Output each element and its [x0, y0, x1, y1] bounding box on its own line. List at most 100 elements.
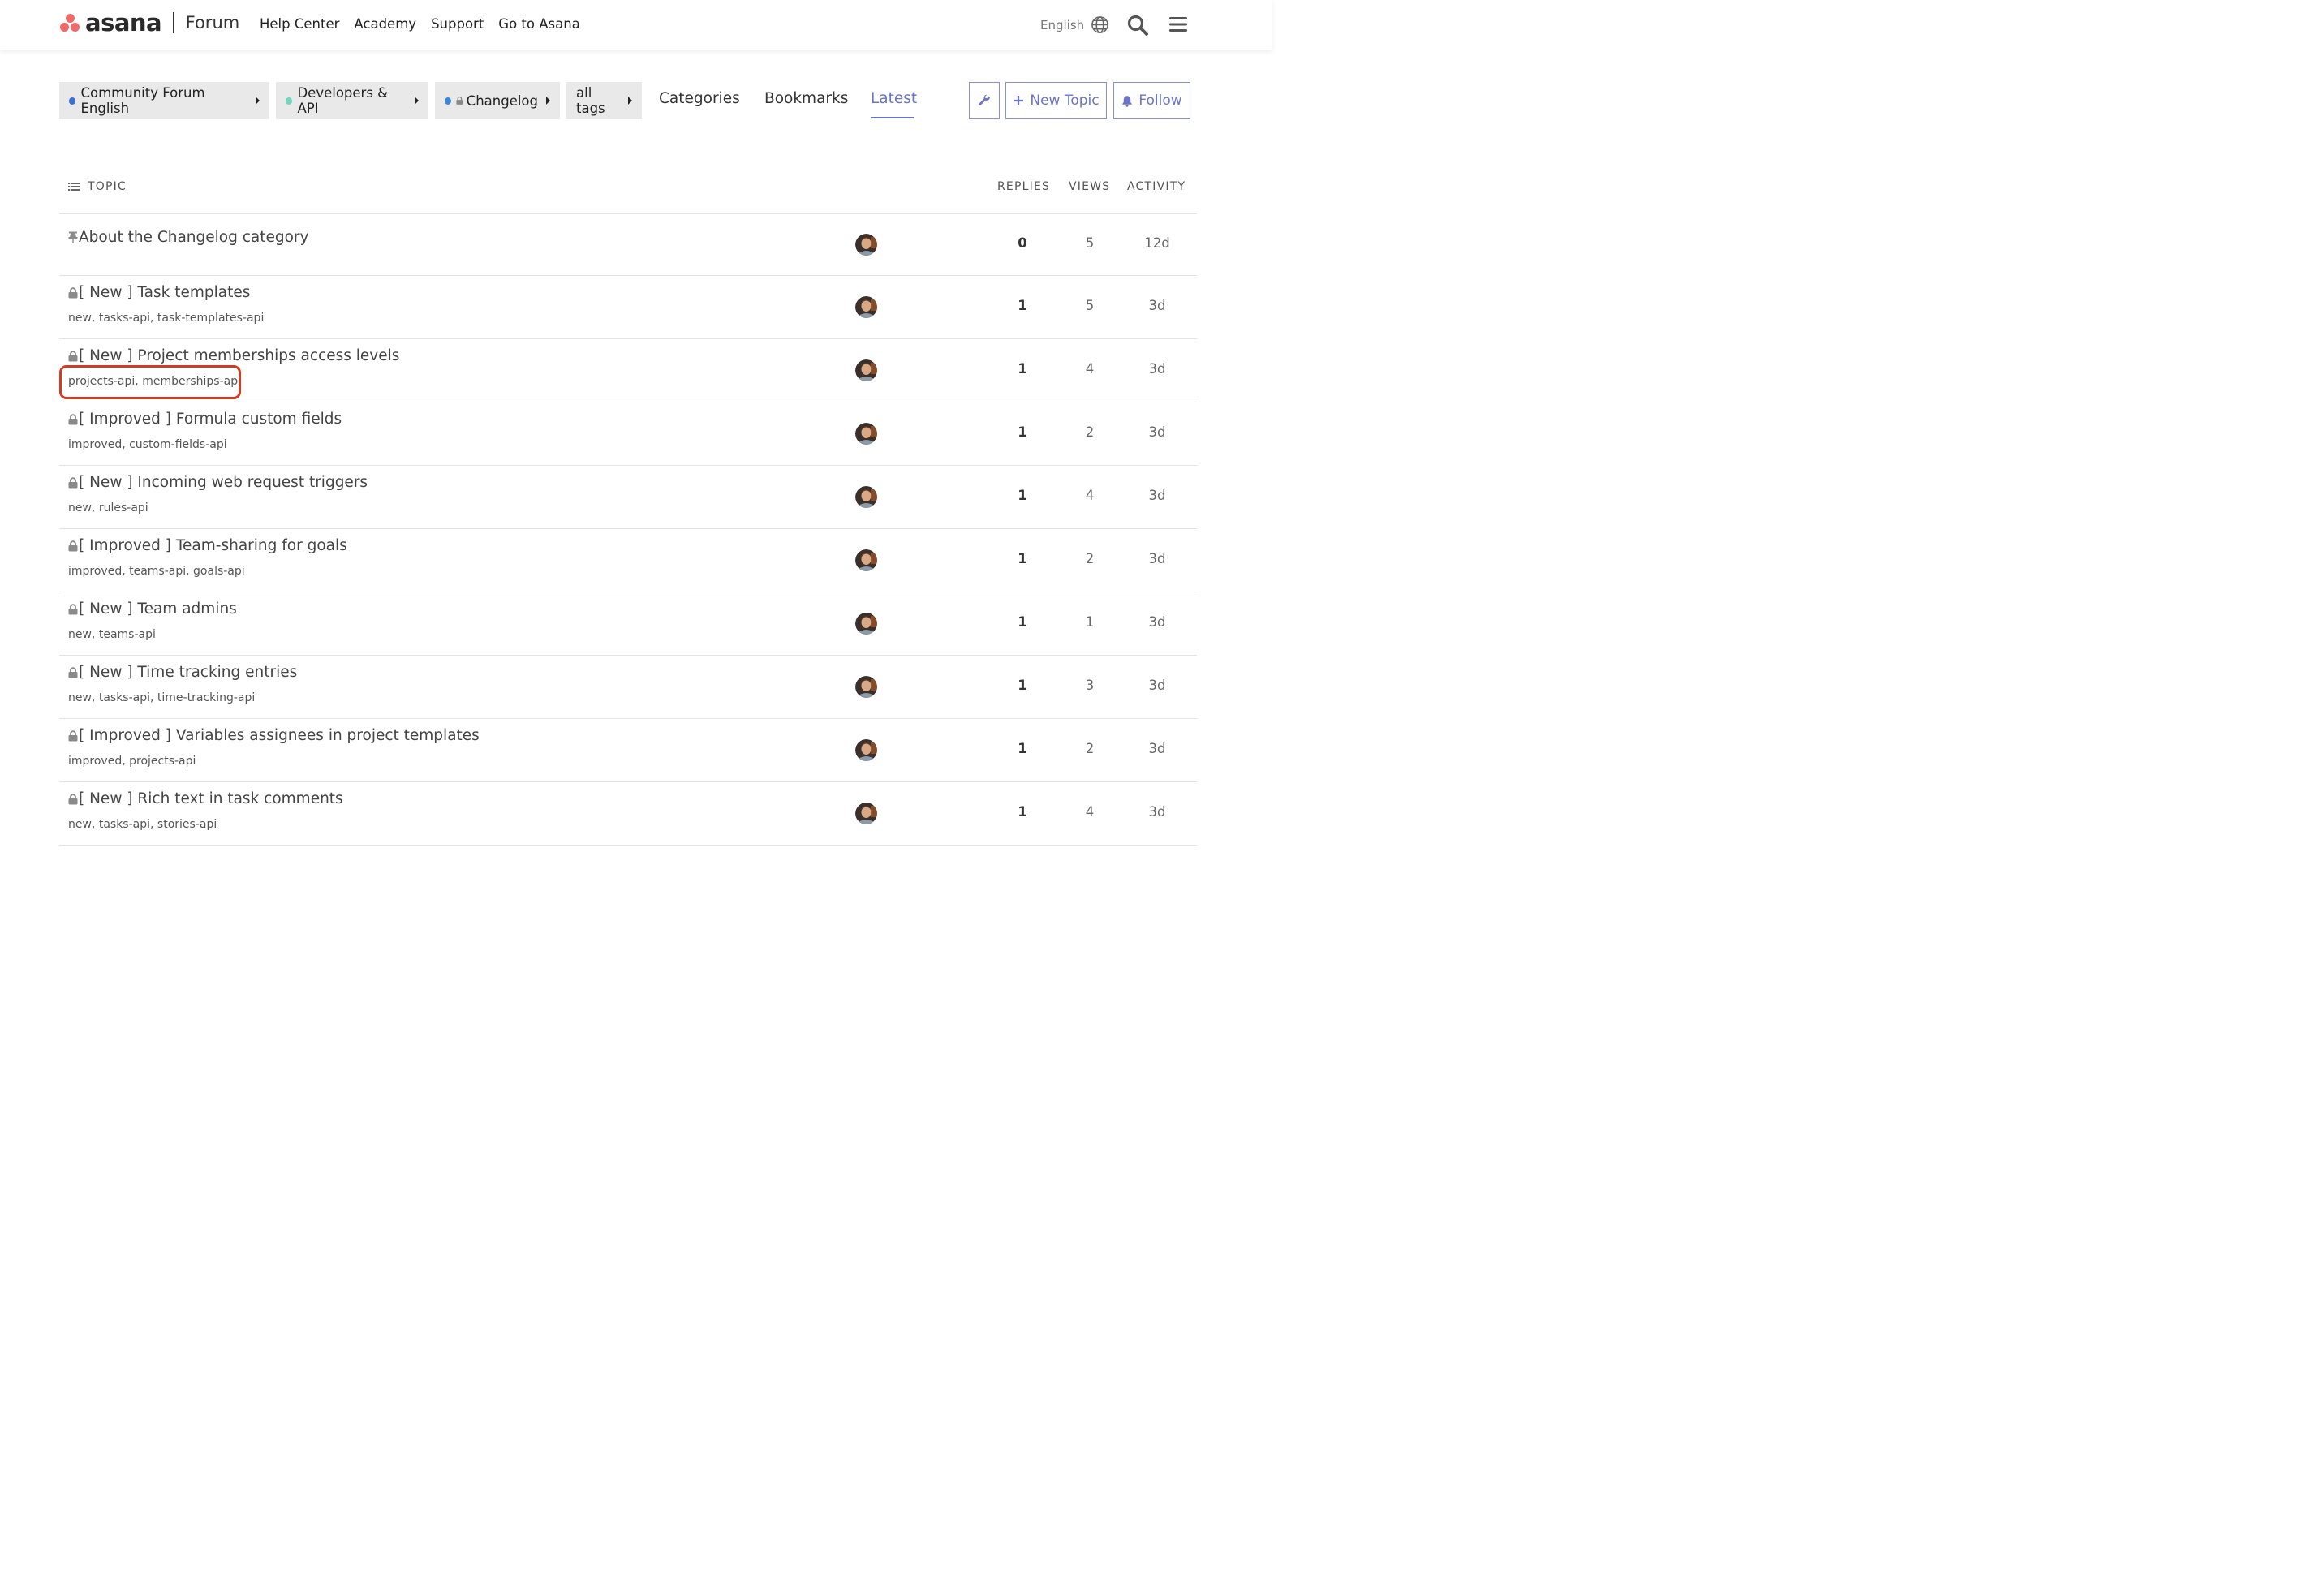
view-count: 4 [1085, 361, 1095, 377]
caret-right-icon [546, 97, 550, 105]
activity-time[interactable]: 3d [1133, 424, 1181, 440]
lock-icon [68, 286, 78, 298]
topic-tags[interactable]: new, rules-api [68, 501, 148, 514]
hamburger-menu-icon[interactable] [1168, 15, 1188, 33]
language-switcher[interactable]: English [1040, 15, 1109, 34]
new-topic-label: New Topic [1030, 93, 1100, 109]
reply-count[interactable]: 1 [998, 678, 1047, 693]
topic-tags[interactable]: improved, projects-api [68, 755, 196, 768]
topic-title-text: [ Improved ] Team-sharing for goals [79, 537, 347, 554]
avatar[interactable] [855, 676, 877, 698]
avatar[interactable] [855, 296, 877, 318]
activity-time[interactable]: 3d [1133, 361, 1181, 377]
nav-academy[interactable]: Academy [354, 16, 416, 32]
reply-count[interactable]: 1 [998, 488, 1047, 503]
avatar[interactable] [855, 359, 877, 381]
tag-filter-label: all tags [576, 85, 605, 116]
nav-help-center[interactable]: Help Center [260, 16, 339, 32]
activity-time[interactable]: 3d [1133, 741, 1181, 756]
avatar[interactable] [855, 234, 877, 256]
follow-button[interactable]: Follow [1113, 82, 1190, 119]
topic-title-link[interactable]: [ New ] Team admins [68, 600, 237, 618]
topic-tags[interactable]: improved, custom-fields-api [68, 438, 227, 451]
breadcrumb-community-forum-english[interactable]: Community Forum English [59, 82, 269, 119]
activity-time[interactable]: 3d [1133, 678, 1181, 693]
activity-time[interactable]: 12d [1133, 235, 1181, 251]
table-row[interactable]: [ Improved ] Team-sharing for goals impro… [59, 528, 1197, 592]
topic-title-link[interactable]: [ New ] Incoming web request triggers [68, 474, 368, 491]
topic-title-text: [ New ] Task templates [79, 284, 251, 301]
avatar[interactable] [855, 423, 877, 445]
reply-count[interactable]: 1 [998, 361, 1047, 377]
avatar[interactable] [855, 613, 877, 635]
reply-count[interactable]: 1 [998, 804, 1047, 820]
table-row[interactable]: [ New ] Task templates new, tasks-api, ta… [59, 275, 1197, 339]
reply-count[interactable]: 1 [998, 298, 1047, 313]
column-header-topic[interactable]: TOPIC [68, 180, 127, 193]
nav-go-to-asana[interactable]: Go to Asana [498, 16, 580, 32]
activity-time[interactable]: 3d [1133, 804, 1181, 820]
topic-title-link[interactable]: [ New ] Time tracking entries [68, 664, 297, 681]
reply-count[interactable]: 1 [998, 741, 1047, 756]
nav-bookmarks[interactable]: Bookmarks [764, 90, 848, 107]
list-icon [68, 183, 80, 191]
reply-count[interactable]: 1 [998, 424, 1047, 440]
topic-tags[interactable]: new, teams-api [68, 628, 156, 641]
breadcrumb-changelog[interactable]: Changelog [435, 82, 560, 119]
table-row[interactable]: [ New ] Incoming web request triggers new… [59, 465, 1197, 529]
table-row[interactable]: About the Changelog category 0 5 12d [59, 213, 1197, 276]
annotation-highlight-box [59, 365, 241, 399]
language-label: English [1040, 17, 1085, 32]
topic-tags[interactable]: new, tasks-api, task-templates-api [68, 312, 264, 325]
nav-support[interactable]: Support [431, 16, 484, 32]
new-topic-button[interactable]: New Topic [1005, 82, 1107, 119]
caret-right-icon [628, 97, 632, 105]
topic-title-link[interactable]: About the Changelog category [68, 229, 309, 246]
breadcrumb-label: Community Forum English [80, 85, 205, 116]
category-color-dot [69, 97, 76, 105]
avatar[interactable] [855, 803, 877, 824]
search-icon[interactable] [1126, 14, 1149, 37]
activity-time[interactable]: 3d [1133, 614, 1181, 630]
table-row[interactable]: [ New ] Rich text in task comments new, t… [59, 781, 1197, 846]
topic-title-text: [ Improved ] Formula custom fields [79, 411, 342, 428]
caret-right-icon [256, 97, 260, 105]
avatar[interactable] [855, 739, 877, 761]
admin-wrench-button[interactable] [969, 82, 1000, 119]
activity-time[interactable]: 3d [1133, 298, 1181, 313]
topic-title-link[interactable]: [ Improved ] Formula custom fields [68, 411, 342, 428]
topic-title-link[interactable]: [ New ] Project memberships access level… [68, 347, 399, 364]
topic-tags[interactable]: new, tasks-api, stories-api [68, 818, 217, 831]
column-header-replies[interactable]: REPLIES [997, 180, 1050, 193]
table-row[interactable]: [ Improved ] Formula custom fields improv… [59, 402, 1197, 466]
asana-forum-logo[interactable]: asana Forum [59, 11, 239, 35]
table-row[interactable]: [ Improved ] Variables assignees in proj… [59, 718, 1197, 782]
reply-count[interactable]: 1 [998, 614, 1047, 630]
tag-filter-dropdown[interactable]: all tags [566, 82, 642, 119]
lock-icon [68, 540, 78, 551]
reply-count[interactable]: 1 [998, 551, 1047, 566]
lock-icon [68, 413, 78, 424]
topic-tags[interactable]: improved, teams-api, goals-api [68, 565, 245, 578]
table-row[interactable]: [ New ] Team admins new, teams-api 1 1 3d [59, 592, 1197, 656]
nav-latest[interactable]: Latest [871, 90, 917, 107]
reply-count[interactable]: 0 [998, 235, 1047, 251]
breadcrumb-developers-api[interactable]: Developers & API [276, 82, 428, 119]
topic-title-link[interactable]: [ New ] Rich text in task comments [68, 790, 343, 807]
breadcrumb-label: Developers & API [297, 85, 389, 116]
lock-icon [68, 793, 78, 804]
view-count: 4 [1085, 804, 1095, 820]
column-header-activity[interactable]: ACTIVITY [1127, 180, 1186, 193]
topic-title-link[interactable]: [ Improved ] Team-sharing for goals [68, 537, 347, 554]
avatar[interactable] [855, 486, 877, 508]
topic-title-link[interactable]: [ Improved ] Variables assignees in proj… [68, 727, 480, 744]
activity-time[interactable]: 3d [1133, 488, 1181, 503]
activity-time[interactable]: 3d [1133, 551, 1181, 566]
avatar[interactable] [855, 549, 877, 571]
table-row[interactable]: [ New ] Time tracking entries new, tasks-… [59, 655, 1197, 719]
lock-icon [68, 666, 78, 678]
topic-tags[interactable]: new, tasks-api, time-tracking-api [68, 691, 255, 704]
nav-categories[interactable]: Categories [659, 90, 740, 107]
topic-title-link[interactable]: [ New ] Task templates [68, 284, 250, 301]
column-header-views[interactable]: VIEWS [1069, 180, 1110, 193]
